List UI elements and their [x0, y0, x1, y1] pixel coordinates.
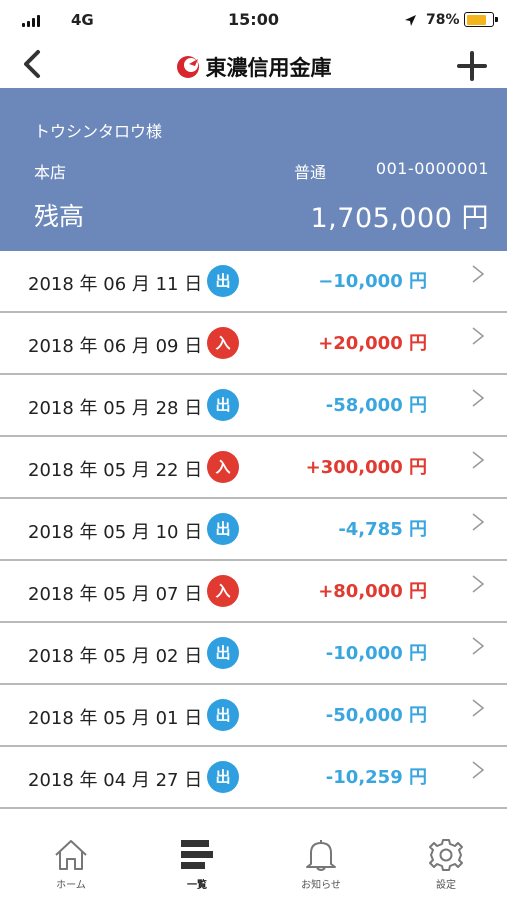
- deposit-badge: 入: [207, 327, 239, 359]
- chevron-right-icon: [472, 389, 485, 407]
- tab-notifications-label: お知らせ: [301, 880, 341, 891]
- tab-home-label: ホーム: [56, 880, 86, 891]
- chevron-right-icon: [472, 513, 485, 531]
- tab-settings-label: 設定: [436, 880, 456, 891]
- withdrawal-badge: 出: [207, 761, 239, 793]
- transaction-amount: -10,259 円: [325, 767, 427, 788]
- account-summary: トウシンタロウ様 本店 普通 001-0000001 残高 1,705,000 …: [0, 88, 507, 251]
- transaction-date: 2018 年 06 月 11 日: [28, 274, 203, 295]
- plus-icon: [457, 51, 487, 81]
- balance-label: 残高: [34, 202, 85, 231]
- transaction-date: 2018 年 04 月 27 日: [28, 770, 203, 791]
- battery-icon: [464, 12, 498, 27]
- withdrawal-badge: 出: [207, 265, 239, 297]
- add-button[interactable]: [456, 50, 488, 82]
- home-icon: [55, 840, 87, 870]
- gear-icon: [429, 839, 463, 871]
- transaction-amount: -10,000 円: [325, 643, 427, 664]
- transaction-date: 2018 年 05 月 07 日: [28, 584, 203, 605]
- transaction-date: 2018 年 05 月 02 日: [28, 646, 203, 667]
- deposit-badge: 入: [207, 451, 239, 483]
- tab-notifications[interactable]: お知らせ: [266, 838, 376, 891]
- transaction-row[interactable]: 2018 年 04 月 27 日 出 -10,259 円: [0, 747, 507, 809]
- transaction-amount: −10,000 円: [318, 271, 427, 292]
- bank-logo-mark-icon: [176, 56, 199, 78]
- transaction-amount: -58,000 円: [325, 395, 427, 416]
- chevron-right-icon: [472, 327, 485, 345]
- account-type: 普通: [294, 163, 327, 182]
- transaction-row[interactable]: 2018 年 06 月 11 日 出 −10,000 円: [0, 251, 507, 313]
- tab-list[interactable]: 一覧: [142, 838, 252, 891]
- transaction-date: 2018 年 05 月 10 日: [28, 522, 203, 543]
- account-holder: トウシンタロウ様: [34, 122, 163, 141]
- transaction-row[interactable]: 2018 年 05 月 28 日 出 -58,000 円: [0, 375, 507, 437]
- withdrawal-badge: 出: [207, 513, 239, 545]
- transaction-amount: +20,000 円: [318, 333, 427, 354]
- transaction-row[interactable]: 2018 年 05 月 07 日 入 +80,000 円: [0, 561, 507, 623]
- bank-logo: 東濃信用金庫: [0, 52, 507, 83]
- chevron-right-icon: [472, 761, 485, 779]
- transaction-amount: -50,000 円: [325, 705, 427, 726]
- transaction-row[interactable]: 2018 年 06 月 09 日 入 +20,000 円: [0, 313, 507, 375]
- status-bar: 4G 15:00 78%: [0, 0, 507, 40]
- battery-percent: 78%: [426, 12, 460, 28]
- transaction-amount: -4,785 円: [338, 519, 427, 540]
- transaction-date: 2018 年 05 月 28 日: [28, 398, 203, 419]
- account-number: 001-0000001: [375, 159, 489, 178]
- chevron-right-icon: [472, 637, 485, 655]
- chevron-right-icon: [472, 575, 485, 593]
- transaction-date: 2018 年 06 月 09 日: [28, 336, 203, 357]
- transaction-row[interactable]: 2018 年 05 月 22 日 入 +300,000 円: [0, 437, 507, 499]
- transaction-amount: +80,000 円: [318, 581, 427, 602]
- nav-bar: 東濃信用金庫: [0, 40, 507, 88]
- transaction-list: 2018 年 06 月 11 日 出 −10,000 円 2018 年 06 月…: [0, 251, 507, 809]
- chevron-right-icon: [472, 451, 485, 469]
- list-icon: [181, 840, 213, 869]
- transaction-row[interactable]: 2018 年 05 月 10 日 出 -4,785 円: [0, 499, 507, 561]
- withdrawal-badge: 出: [207, 637, 239, 669]
- transaction-row[interactable]: 2018 年 05 月 01 日 出 -50,000 円: [0, 685, 507, 747]
- tab-bar: ホーム 一覧 お知らせ 設定: [0, 810, 507, 900]
- transaction-date: 2018 年 05 月 22 日: [28, 460, 203, 481]
- withdrawal-badge: 出: [207, 389, 239, 421]
- tab-list-label: 一覧: [187, 880, 207, 891]
- transaction-amount: +300,000 円: [305, 457, 427, 478]
- bell-icon: [306, 840, 336, 871]
- tab-settings[interactable]: 設定: [391, 838, 501, 891]
- chevron-right-icon: [472, 699, 485, 717]
- withdrawal-badge: 出: [207, 699, 239, 731]
- balance-amount: 1,705,000 円: [310, 203, 489, 234]
- transaction-date: 2018 年 05 月 01 日: [28, 708, 203, 729]
- location-arrow-icon: [404, 12, 417, 31]
- transaction-row[interactable]: 2018 年 05 月 02 日 出 -10,000 円: [0, 623, 507, 685]
- deposit-badge: 入: [207, 575, 239, 607]
- branch-name: 本店: [34, 163, 67, 182]
- chevron-right-icon: [472, 265, 485, 283]
- tab-home[interactable]: ホーム: [16, 838, 126, 891]
- bank-name: 東濃信用金庫: [205, 55, 332, 80]
